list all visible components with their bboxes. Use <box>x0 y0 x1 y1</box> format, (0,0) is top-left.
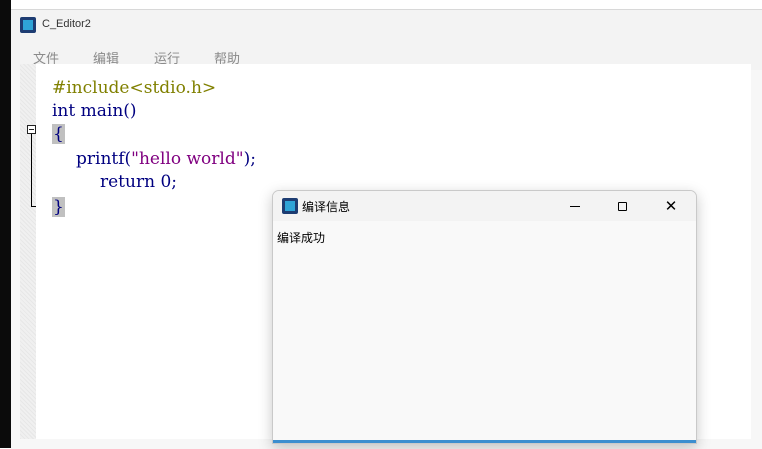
close-button[interactable]: ✕ <box>648 191 694 221</box>
fold-margin[interactable] <box>20 64 36 439</box>
window-title: C_Editor2 <box>42 18 91 30</box>
code-line-1: #include<stdio.h> <box>52 78 217 98</box>
window-titlebar[interactable]: C_Editor2 <box>11 10 762 40</box>
desktop-strip <box>0 0 11 448</box>
code-main: main() <box>75 101 137 121</box>
app-icon <box>282 198 298 214</box>
maximize-icon <box>617 201 627 211</box>
fold-line-end <box>31 206 36 207</box>
keyword-int: int <box>52 101 76 121</box>
code-line-4: printf("hello world"); <box>76 148 256 170</box>
close-icon: ✕ <box>664 196 678 215</box>
maximize-button[interactable] <box>599 191 645 221</box>
fold-minus-icon[interactable] <box>27 125 36 134</box>
code-line-5: return 0; <box>100 171 177 193</box>
open-brace: { <box>52 124 65 144</box>
code-return-value: 0; <box>155 172 177 192</box>
dialog-body: 编译成功 <box>273 221 696 440</box>
dialog-bottom-border <box>273 440 696 443</box>
code-string: "hello world" <box>131 149 244 169</box>
dialog-title: 编译信息 <box>302 200 351 214</box>
app-icon <box>20 17 36 33</box>
code-printf: printf( <box>76 149 132 169</box>
close-brace: } <box>52 197 65 217</box>
compile-message: 编译成功 <box>277 231 326 245</box>
code-line-2: int main() <box>52 100 137 122</box>
code-printf-end: ); <box>243 149 256 169</box>
keyword-return: return <box>100 172 156 192</box>
compile-info-dialog: 编译信息 ✕ 编译成功 <box>272 190 697 444</box>
minimize-icon <box>570 205 580 207</box>
code-line-6: } <box>52 196 65 218</box>
code-line-3: { <box>52 123 65 145</box>
minimize-button[interactable] <box>552 191 598 221</box>
fold-line <box>31 134 32 207</box>
dialog-titlebar[interactable]: 编译信息 ✕ <box>273 191 696 221</box>
